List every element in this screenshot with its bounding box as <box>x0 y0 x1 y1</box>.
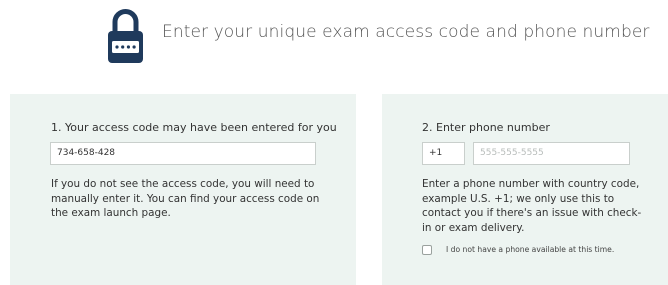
access-code-help-text: If you do not see the access code, you w… <box>51 178 320 219</box>
no-phone-checkbox-label[interactable]: I do not have a phone available at this … <box>446 244 614 255</box>
access-code-panel: 1. Your access code may have been entere… <box>10 94 356 285</box>
phone-number-help-text: Enter a phone number with country code, … <box>422 178 642 234</box>
access-code-heading: 1. Your access code may have been entere… <box>51 121 337 134</box>
page-header: Enter your unique exam access code and p… <box>0 0 668 72</box>
phone-number-input[interactable]: 555-555-5555 <box>473 142 630 165</box>
page-title: Enter your unique exam access code and p… <box>162 22 650 42</box>
phone-number-panel: 2. Enter phone number +1 555-555-5555 En… <box>382 94 668 285</box>
no-phone-checkbox[interactable] <box>422 245 432 255</box>
access-code-input[interactable]: 734-658-428 <box>50 142 316 165</box>
lock-icon <box>108 9 143 63</box>
country-code-input[interactable]: +1 <box>422 142 465 165</box>
phone-number-heading: 2. Enter phone number <box>422 121 550 134</box>
